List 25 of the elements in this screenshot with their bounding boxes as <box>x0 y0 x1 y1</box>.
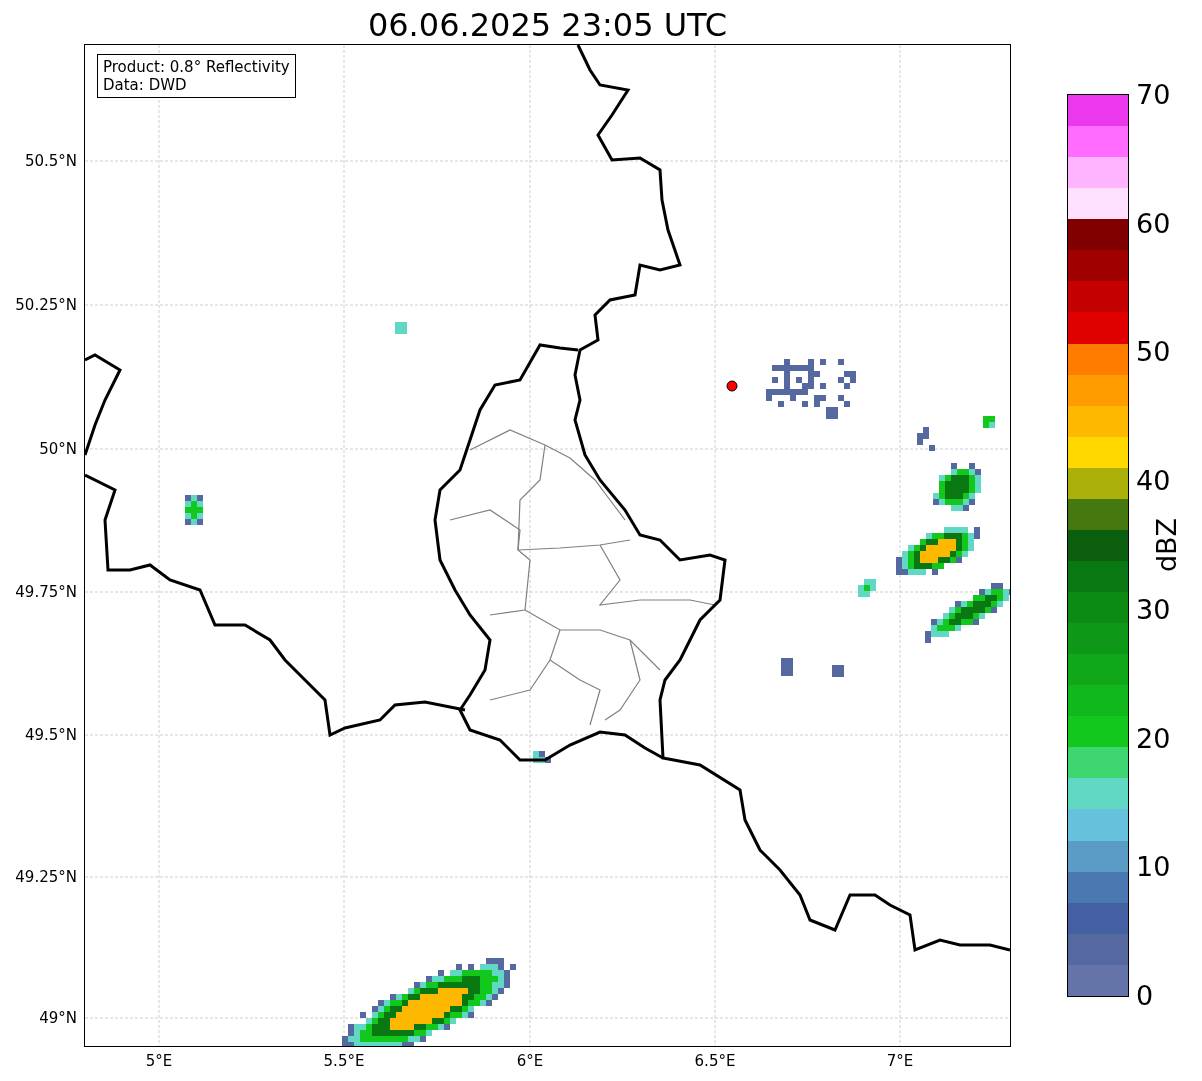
colorbar-tick-label: 30 <box>1136 594 1171 625</box>
axis-tick-label: 49°N <box>39 1009 77 1027</box>
colorbar-tick-label: 50 <box>1136 337 1171 368</box>
colorbar-tick-label: 20 <box>1136 723 1171 754</box>
axis-tick-label: 6°E <box>516 1052 544 1070</box>
axis-tick-label: 5°E <box>145 1052 173 1070</box>
legend-text: Data: DWD <box>103 76 188 94</box>
axis-tick-label: 49.25°N <box>15 868 77 886</box>
colorbar-tick-label: 0 <box>1136 981 1154 1011</box>
axis-tick-label: 50.25°N <box>15 296 77 314</box>
colorbar-tick-label: 60 <box>1136 208 1171 239</box>
chart-title: 06.06.2025 23:05 UTC <box>366 5 729 45</box>
axis-tick-label: 7°E <box>886 1052 914 1070</box>
axis-tick-label: 5.5°E <box>323 1052 365 1070</box>
axis-tick-label: 50°N <box>39 440 77 458</box>
axis-tick-label: 49.75°N <box>15 583 77 601</box>
axis-tick-label: 6.5°E <box>694 1052 736 1070</box>
colorbar-label: dBZ <box>1150 517 1182 573</box>
colorbar-tick-label: 70 <box>1136 80 1171 110</box>
legend-text: Product: 0.8° Reflectivity <box>103 58 290 76</box>
colorbar-tick-label: 10 <box>1136 852 1171 883</box>
radar-site-marker <box>726 380 738 392</box>
axis-tick-label: 50.5°N <box>24 152 77 170</box>
colorbar-tick-label: 40 <box>1136 466 1171 497</box>
axis-tick-label: 49.5°N <box>24 726 77 744</box>
